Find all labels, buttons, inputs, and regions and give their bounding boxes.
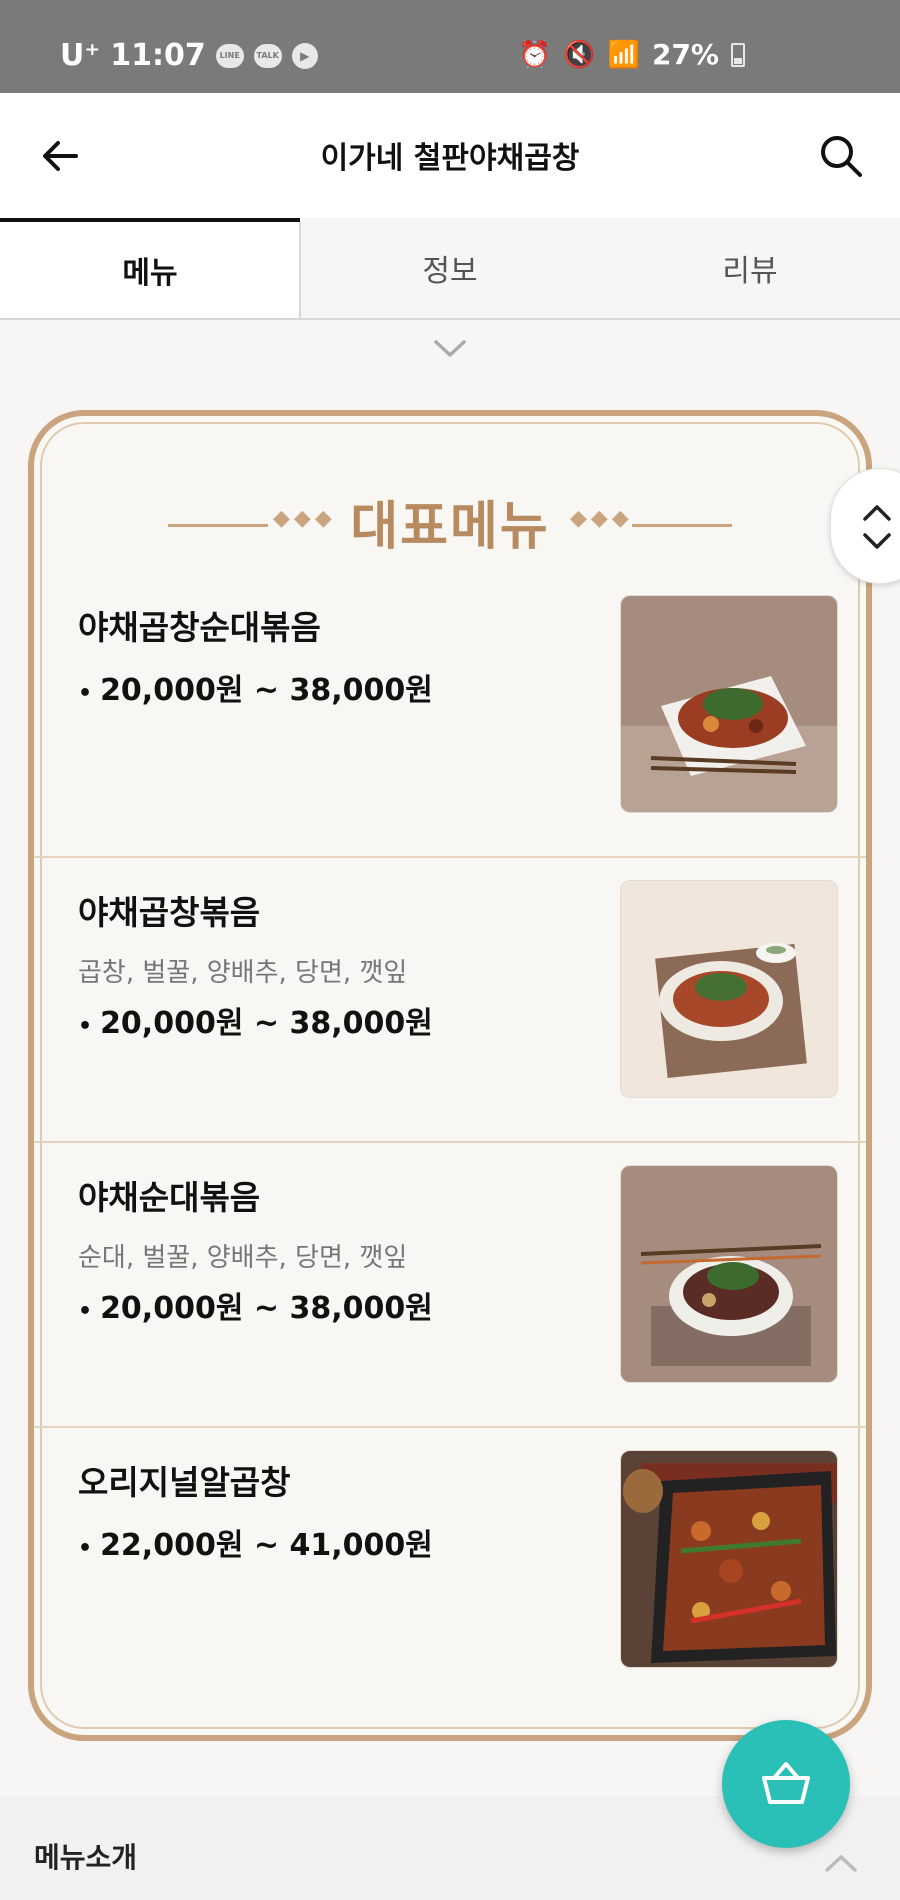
search-icon bbox=[821, 136, 862, 177]
heading-decoration-right-diamonds: ◆◆◆ bbox=[570, 506, 633, 531]
menu-item-photo bbox=[620, 1165, 838, 1383]
menu-item-description: 곱창, 벌꿀, 양배추, 당면, 깻잎 bbox=[78, 958, 408, 988]
section-heading: 대표메뉴 bbox=[350, 497, 550, 557]
menu-item-price: 22,000원 ~ 41,000원 bbox=[78, 1520, 433, 1564]
app-header: 이가네 철판야채곱창 bbox=[0, 93, 900, 218]
chevron-up-icon[interactable] bbox=[824, 1852, 858, 1874]
page-title: 이가네 철판야채곱창 bbox=[320, 141, 580, 176]
tab-bar: 메뉴 정보 리뷰 bbox=[0, 218, 900, 320]
status-bar-right: ⏰ 🔇 📶 27% bbox=[519, 38, 745, 71]
battery-icon bbox=[731, 42, 745, 67]
menu-item-price: 20,000원 ~ 38,000원 bbox=[78, 665, 433, 709]
menu-intro-label: 메뉴소개 bbox=[34, 1841, 138, 1874]
menu-item[interactable]: 야채순대볶음 순대, 벌꿀, 양배추, 당면, 깻잎 20,000원 ~ 38,… bbox=[34, 1143, 866, 1428]
menu-item[interactable]: 야채곱창볶음 곱창, 벌꿀, 양배추, 당면, 깻잎 20,000원 ~ 38,… bbox=[34, 858, 866, 1143]
status-bar-left: U⁺ 11:07 LINE TALK ▶ bbox=[60, 38, 318, 73]
wifi-icon: 📶 bbox=[607, 39, 640, 70]
menu-item-photo bbox=[620, 880, 838, 1098]
line-app-icon: LINE bbox=[215, 43, 244, 68]
alarm-icon: ⏰ bbox=[518, 39, 552, 70]
menu-item-name: 야채곱창순대볶음 bbox=[78, 608, 321, 647]
menu-item-photo bbox=[620, 595, 838, 813]
search-button[interactable] bbox=[816, 131, 866, 181]
expand-collapse-icon bbox=[863, 505, 891, 549]
status-bar: U⁺ 11:07 LINE TALK ▶ ⏰ 🔇 📶 27% bbox=[0, 0, 900, 93]
battery-percent: 27% bbox=[651, 38, 719, 71]
menu-item-name: 오리지널알곱창 bbox=[78, 1463, 291, 1502]
menu-item[interactable]: 오리지널알곱창 22,000원 ~ 41,000원 bbox=[34, 1428, 866, 1713]
menu-item-name: 야채곱창볶음 bbox=[78, 893, 261, 932]
menu-item-name: 야채순대볶음 bbox=[78, 1178, 261, 1217]
menu-item-price: 20,000원 ~ 38,000원 bbox=[78, 1283, 433, 1327]
menu-item-photo bbox=[620, 1450, 838, 1668]
media-play-icon: ▶ bbox=[291, 42, 318, 69]
scroll-toggle-button[interactable] bbox=[830, 468, 900, 584]
tab-info[interactable]: 정보 bbox=[300, 218, 600, 318]
tab-menu[interactable]: 메뉴 bbox=[0, 218, 301, 320]
signature-menu-card: ◆◆◆ 대표메뉴 ◆◆◆ 야채곱창순대볶음 20,000원 ~ 38,000원 bbox=[18, 398, 882, 1753]
carrier-label: U⁺ bbox=[60, 38, 101, 73]
menu-list: 야채곱창순대볶음 20,000원 ~ 38,000원 야채곱창볶음 곱창 bbox=[34, 573, 866, 1713]
menu-item-description: 순대, 벌꿀, 양배추, 당면, 깻잎 bbox=[78, 1243, 408, 1273]
chevron-down-icon[interactable] bbox=[433, 338, 467, 360]
shopping-basket-icon bbox=[762, 1762, 810, 1804]
mute-icon: 🔇 bbox=[563, 39, 596, 70]
menu-item[interactable]: 야채곱창순대볶음 20,000원 ~ 38,000원 bbox=[34, 573, 866, 858]
menu-item-price: 20,000원 ~ 38,000원 bbox=[78, 998, 433, 1042]
cart-button[interactable] bbox=[722, 1720, 850, 1848]
clock: 11:07 bbox=[110, 38, 206, 73]
kakaotalk-app-icon: TALK bbox=[253, 43, 282, 68]
heading-decoration-right-line bbox=[632, 524, 732, 527]
tab-reviews[interactable]: 리뷰 bbox=[600, 218, 900, 318]
